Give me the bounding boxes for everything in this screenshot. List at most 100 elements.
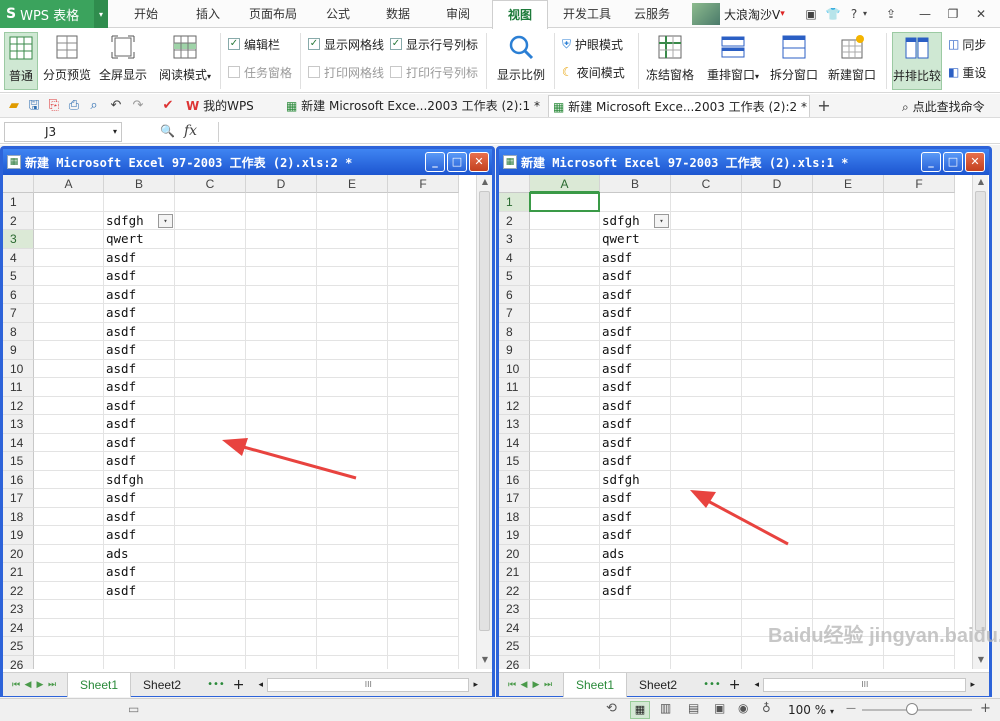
eye-mode-button[interactable]: ⛨ 护眼模式: [562, 34, 623, 54]
row-header-4[interactable]: 4: [499, 248, 530, 267]
eye-status-icon[interactable]: ◉: [738, 701, 748, 715]
cell-b10[interactable]: asdf: [600, 360, 632, 379]
horizontal-scroll-thumb[interactable]: III: [267, 677, 470, 692]
skin-icon[interactable]: ▣: [800, 4, 822, 24]
column-header-b[interactable]: B: [104, 175, 175, 193]
sheet-tab-1[interactable]: Sheet1: [67, 672, 132, 697]
add-sheet-icon[interactable]: +: [729, 677, 741, 693]
column-header-d[interactable]: D: [742, 175, 813, 193]
print-gridlines-toggle[interactable]: 打印网格线: [308, 62, 384, 82]
row-header-19[interactable]: 19: [499, 526, 530, 545]
cell-b4[interactable]: asdf: [600, 249, 632, 268]
row-header-1[interactable]: 1: [3, 193, 34, 212]
row-header-11[interactable]: 11: [3, 378, 34, 397]
row-header-3[interactable]: 3: [3, 230, 34, 249]
column-header-e[interactable]: E: [813, 175, 884, 193]
history-icon[interactable]: ⟲: [606, 701, 617, 716]
cell-b11[interactable]: asdf: [600, 378, 632, 397]
row-header-5[interactable]: 5: [3, 267, 34, 286]
row-header-17[interactable]: 17: [499, 489, 530, 508]
scroll-up-icon[interactable]: ▲: [973, 175, 989, 189]
scroll-left-icon[interactable]: ◂: [259, 680, 264, 690]
row-header-26[interactable]: 26: [499, 655, 530, 669]
sheet-next-icon[interactable]: ▶: [531, 680, 541, 690]
cell-b24[interactable]: [600, 619, 602, 638]
row-header-22[interactable]: 22: [499, 581, 530, 600]
cell-b16[interactable]: sdfgh: [600, 471, 640, 490]
column-header-a[interactable]: A: [530, 175, 600, 193]
row-header-10[interactable]: 10: [3, 359, 34, 378]
row-header-3[interactable]: 3: [499, 230, 530, 249]
row-header-14[interactable]: 14: [499, 433, 530, 452]
row-header-6[interactable]: 6: [3, 285, 34, 304]
row-header-11[interactable]: 11: [499, 378, 530, 397]
name-box-arrow-icon[interactable]: ▾: [113, 123, 117, 141]
row-header-2[interactable]: 2: [499, 211, 530, 230]
cell-b13[interactable]: asdf: [600, 415, 632, 434]
row-header-13[interactable]: 13: [499, 415, 530, 434]
command-search[interactable]: ⌕ 点此查找命令: [902, 98, 985, 115]
scroll-right-icon[interactable]: ▸: [970, 680, 975, 690]
vertical-scrollbar[interactable]: ▲ ▼: [476, 175, 492, 669]
row-header-26[interactable]: 26: [3, 655, 34, 669]
tab-formula[interactable]: 公式: [318, 0, 358, 28]
tab-workbook-2[interactable]: ▦ 新建 Microsoft Exce...2003 工作表 (2):2 * ×: [548, 95, 810, 117]
window-close-button[interactable]: ✕: [965, 152, 985, 172]
shirt-icon[interactable]: 👕: [822, 4, 844, 24]
row-header-21[interactable]: 21: [499, 563, 530, 582]
row-header-23[interactable]: 23: [499, 600, 530, 619]
row-header-19[interactable]: 19: [3, 526, 34, 545]
cell-b22[interactable]: asdf: [104, 582, 136, 601]
row-header-7[interactable]: 7: [499, 304, 530, 323]
sheet-prev-icon[interactable]: ◀: [519, 680, 529, 690]
row-header-21[interactable]: 21: [3, 563, 34, 582]
cell-b14[interactable]: asdf: [104, 434, 136, 453]
tab-my-wps[interactable]: W 我的WPS: [182, 95, 274, 117]
close-icon[interactable]: ✕: [970, 4, 992, 24]
cell-b10[interactable]: asdf: [104, 360, 136, 379]
cell-b20[interactable]: ads: [104, 545, 129, 564]
row-header-13[interactable]: 13: [3, 415, 34, 434]
open-folder-icon[interactable]: ▰: [6, 98, 22, 114]
row-header-25[interactable]: 25: [3, 637, 34, 656]
cell-b6[interactable]: asdf: [104, 286, 136, 305]
cell-b21[interactable]: asdf: [104, 563, 136, 582]
row-header-20[interactable]: 20: [3, 544, 34, 563]
row-header-14[interactable]: 14: [3, 433, 34, 452]
pdf-icon[interactable]: ⎘: [46, 98, 62, 114]
row-header-23[interactable]: 23: [3, 600, 34, 619]
filter-dropdown-icon[interactable]: ▾: [654, 213, 669, 228]
cell-b23[interactable]: [104, 600, 106, 619]
tab-data[interactable]: 数据: [378, 0, 418, 28]
sheet-prev-icon[interactable]: ◀: [23, 680, 33, 690]
row-header-5[interactable]: 5: [499, 267, 530, 286]
horizontal-scroll-thumb[interactable]: III: [763, 677, 967, 692]
show-headers-toggle[interactable]: ✓ 显示行号列标: [390, 34, 478, 54]
tab-cloud[interactable]: 云服务: [626, 0, 678, 28]
zoom-button[interactable]: 显示比例: [494, 32, 548, 90]
vertical-scrollbar[interactable]: ▲ ▼: [972, 175, 988, 669]
fx-icon[interactable]: fx: [184, 123, 197, 139]
app-menu-button[interactable]: S WPS 表格 ▾: [0, 0, 108, 28]
sheet-tab-1[interactable]: Sheet1: [563, 672, 628, 697]
cell-b2[interactable]: sdfgh: [600, 212, 640, 231]
new-tab-icon[interactable]: +: [816, 98, 832, 114]
row-header-9[interactable]: 9: [499, 341, 530, 360]
tab-workbook-1[interactable]: ▦ 新建 Microsoft Exce...2003 工作表 (2):1 * ×: [282, 95, 544, 117]
select-all-corner[interactable]: [499, 175, 530, 193]
tab-view[interactable]: 视图: [492, 0, 548, 29]
page-break-status-icon[interactable]: ▤: [688, 701, 699, 715]
cell-b17[interactable]: asdf: [600, 489, 632, 508]
window-minimize-button[interactable]: _: [921, 152, 941, 172]
row-header-18[interactable]: 18: [3, 507, 34, 526]
row-header-20[interactable]: 20: [499, 544, 530, 563]
cell-b7[interactable]: asdf: [104, 304, 136, 323]
arrange-windows-button[interactable]: 重排窗口▾: [700, 32, 766, 90]
name-box[interactable]: J3 ▾: [4, 122, 122, 142]
window-maximize-button[interactable]: □: [447, 152, 467, 172]
scroll-left-icon[interactable]: ◂: [755, 680, 760, 690]
row-header-24[interactable]: 24: [499, 618, 530, 637]
scroll-down-icon[interactable]: ▼: [477, 653, 493, 667]
row-header-22[interactable]: 22: [3, 581, 34, 600]
normal-view-status-icon[interactable]: ▦: [630, 701, 650, 719]
